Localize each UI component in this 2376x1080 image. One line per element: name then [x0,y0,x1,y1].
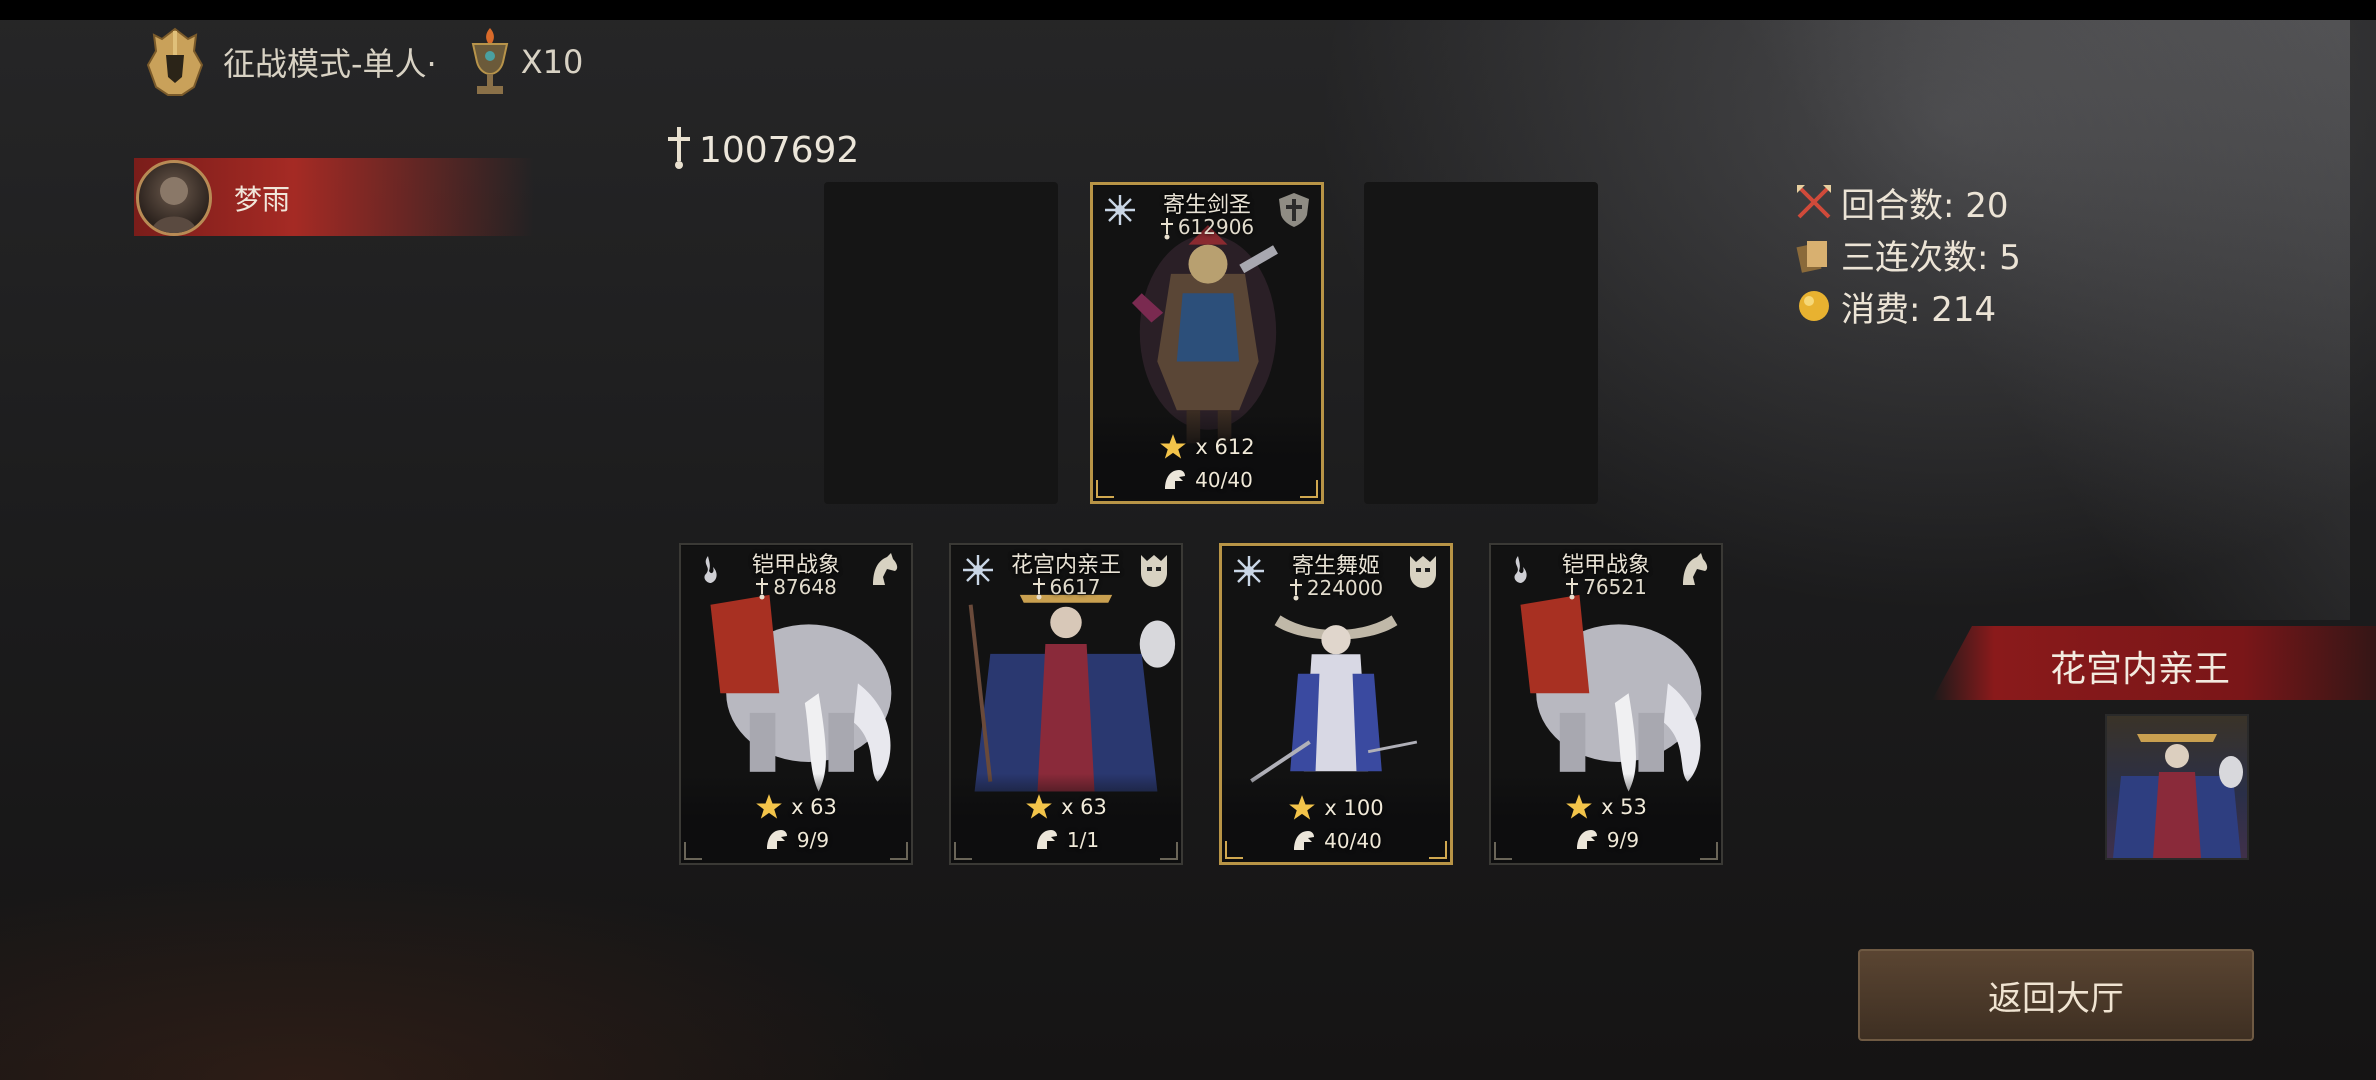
trophy-count: X10 [520,43,584,81]
spartan-helmet-icon [135,24,215,100]
cost-stat: 消费: 214 [1795,280,2021,332]
team-power-value: 1007692 [699,129,860,171]
cost-value: 消费: 214 [1841,289,1997,330]
helmet-level-icon [1165,470,1186,489]
card-stars-value: x 63 [1061,795,1107,819]
star-icon [756,794,782,819]
card-power: 87648 [681,575,911,600]
game-mode-header: 征战模式-单人· X10 [135,22,583,102]
power-dagger-icon [1289,578,1302,600]
avatar[interactable] [136,160,212,236]
unit-card[interactable]: 寄生剑圣 612906 x 612 40/40 [1090,182,1324,504]
star-icon [1566,794,1592,819]
card-level-value: 40/40 [1324,829,1382,853]
star-icon [1160,434,1187,459]
card-power: 612906 [1093,215,1321,240]
card-level: 1/1 [951,827,1181,853]
empty-card-slot[interactable] [824,182,1058,504]
rounds-stat: 回合数: 20 [1795,176,2021,228]
card-stars: x 53 [1491,793,1721,821]
card-power: 76521 [1491,575,1721,600]
card-level-value: 40/40 [1195,468,1253,492]
helmet-level-icon [1294,831,1315,850]
helmet-level-icon [766,830,787,849]
frame-corner [1300,480,1318,498]
team-power: 1007692 [665,120,859,180]
card-stars-value: x 100 [1324,796,1384,820]
frame-corner [1429,841,1447,859]
opponent-portrait[interactable] [2105,714,2249,860]
card-level: 40/40 [1093,467,1321,493]
mode-label: 征战模式-单人· [223,45,437,83]
power-dagger-icon [665,125,693,175]
unit-card[interactable]: 铠甲战象 87648 x 63 9/9 [679,543,913,865]
power-dagger-icon [1566,577,1579,599]
battle-stats: 回合数: 20 三连次数: 5 消费: 214 [1795,176,2021,332]
crossed-swords-icon [1795,183,1833,221]
frame-corner [890,842,908,860]
power-dagger-icon [1160,217,1173,239]
star-icon [1026,794,1052,819]
opponent-name: 花宫内亲王 [2050,649,2231,690]
frame-corner [684,842,702,860]
card-stars: x 63 [681,793,911,821]
frame-corner [1494,842,1512,860]
card-power-value: 87648 [773,575,837,599]
gold-coin-icon [1795,287,1833,325]
unit-card[interactable]: 花宫内亲王 6617 x 63 1/1 [949,543,1183,865]
card-power: 224000 [1222,576,1450,601]
unit-card[interactable]: 铠甲战象 76521 x 53 9/9 [1489,543,1723,865]
helmet-level-icon [1576,830,1597,849]
card-power-value: 6617 [1049,575,1101,599]
card-level-value: 9/9 [1606,828,1640,852]
card-level: 9/9 [1491,827,1721,853]
status-bar [0,0,2376,20]
return-lobby-button[interactable]: 返回大厅 [1858,949,2254,1041]
card-stars: x 100 [1222,794,1450,822]
cards-stack-icon [1795,235,1833,273]
card-level: 9/9 [681,827,911,853]
helmet-level-icon [1036,830,1057,849]
frame-corner [1160,842,1178,860]
triples-value: 三连次数: 5 [1841,237,2021,278]
card-stars-value: x 612 [1195,435,1255,459]
power-dagger-icon [1032,577,1045,599]
card-power-value: 224000 [1306,576,1384,600]
power-dagger-icon [756,577,769,599]
card-power: 6617 [951,575,1181,600]
card-stars-value: x 53 [1601,795,1647,819]
frame-corner [1096,480,1114,498]
frame-corner [954,842,972,860]
card-power-value: 612906 [1177,215,1255,239]
card-level: 40/40 [1222,828,1450,854]
card-stars-value: x 63 [791,795,837,819]
rounds-value: 回合数: 20 [1841,185,2009,226]
frame-corner [1700,842,1718,860]
unit-card[interactable]: 寄生舞姬 224000 x 100 40/40 [1219,543,1453,865]
empty-card-slot[interactable] [1364,182,1598,504]
star-icon [1289,795,1316,820]
player-bar[interactable]: 梦雨 [134,158,534,236]
card-power-value: 76521 [1583,575,1647,599]
card-stars: x 612 [1093,433,1321,461]
card-level-value: 9/9 [796,828,830,852]
player-name: 梦雨 [234,183,291,216]
frame-corner [1225,841,1243,859]
card-stars: x 63 [951,793,1181,821]
triples-stat: 三连次数: 5 [1795,228,2021,280]
trophy-icon [467,26,513,98]
card-level-value: 1/1 [1066,828,1100,852]
